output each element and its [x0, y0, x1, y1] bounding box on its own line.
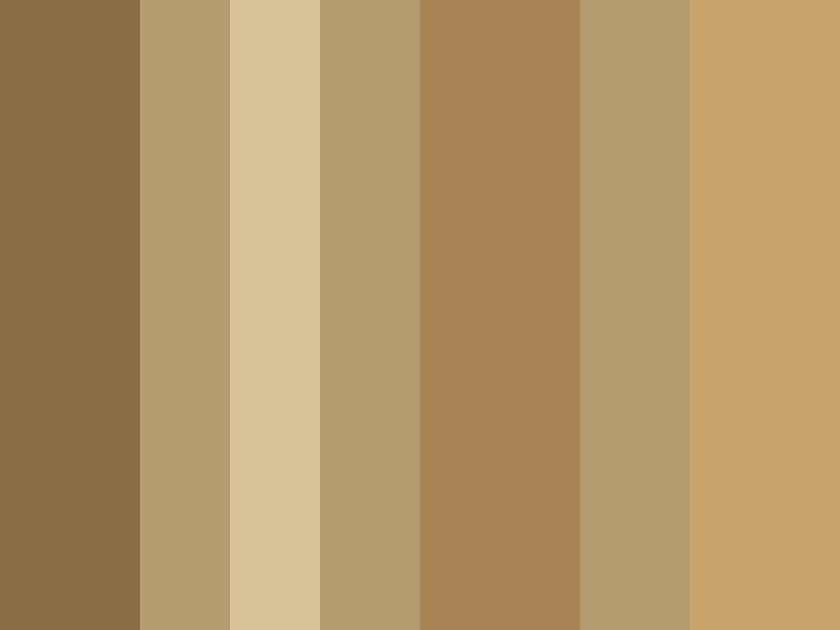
bottom-image-strip: [0, 0, 840, 630]
illustration-scene: [0, 0, 840, 630]
